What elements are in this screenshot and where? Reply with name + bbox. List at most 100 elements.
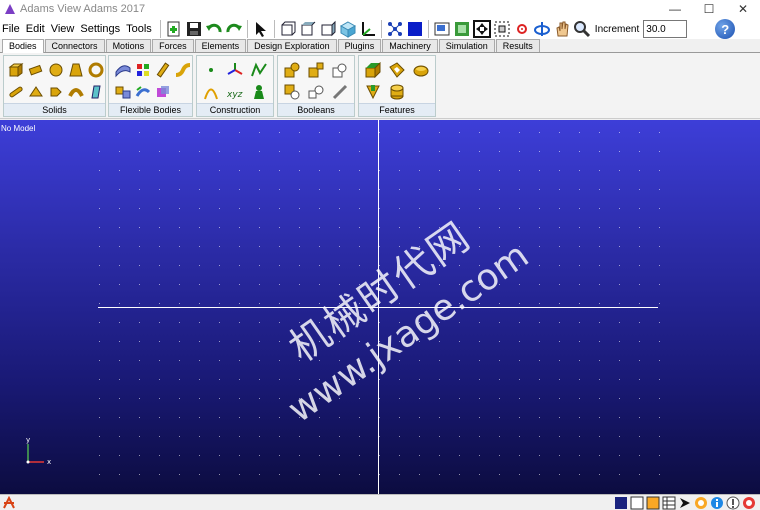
tab-forces[interactable]: Forces [152,39,194,52]
info-icon[interactable] [646,496,660,510]
grid-dot [499,322,500,323]
mass-icon[interactable] [251,84,267,100]
tab-simulation[interactable]: Simulation [438,39,495,52]
grid-dot [359,227,360,228]
maximize-button[interactable]: ☐ [692,0,726,18]
increment-input[interactable] [643,20,688,38]
torus-icon[interactable] [88,62,104,78]
minimize-button[interactable]: — [658,0,692,18]
axes-icon[interactable] [359,20,377,38]
layer-icon[interactable] [433,20,451,38]
view-side-icon[interactable] [319,20,337,38]
tab-machinery[interactable]: Machinery [382,39,438,52]
flex-body-icon[interactable] [115,62,131,78]
chamfer-icon[interactable] [365,62,381,78]
coordinate-xyz-icon[interactable]: xyz [227,84,243,100]
plane-icon[interactable] [88,84,104,100]
grid-dot [619,227,620,228]
grid-dot [459,208,460,209]
box-icon[interactable] [8,62,24,78]
undo-icon[interactable] [205,20,223,38]
marker-icon[interactable] [227,62,243,78]
flex-edit-icon[interactable] [155,84,171,100]
stop-icon[interactable] [742,496,756,510]
view-iso-icon[interactable] [339,20,357,38]
grid-dot [559,360,560,361]
tab-motions[interactable]: Motions [105,39,152,52]
chain-icon[interactable] [332,84,348,100]
flex-link-icon[interactable] [175,62,191,78]
fillet-icon[interactable] [413,62,429,78]
flex-beam-icon[interactable] [155,62,171,78]
pan-hand-icon[interactable] [553,20,571,38]
tab-design-exploration[interactable]: Design Exploration [247,39,337,52]
viewflex-icon[interactable] [135,62,151,78]
explode-icon[interactable] [386,20,404,38]
union-icon[interactable] [284,62,300,78]
menu-edit[interactable]: Edit [26,23,45,35]
tab-bodies[interactable]: Bodies [2,39,44,53]
selection-icon[interactable] [630,496,644,510]
save-icon[interactable] [185,20,203,38]
center-icon[interactable] [513,20,531,38]
hollow-icon[interactable] [389,62,405,78]
grid-dot [539,436,540,437]
cut-icon[interactable] [284,84,300,100]
hole-icon[interactable] [365,84,381,100]
render-mode-icon[interactable] [406,20,424,38]
view-top-icon[interactable] [299,20,317,38]
close-button[interactable]: ✕ [726,0,760,18]
tab-results[interactable]: Results [495,39,540,52]
menu-settings[interactable]: Settings [80,23,120,35]
fit-view-icon[interactable] [453,20,471,38]
increment-label: Increment [594,23,640,35]
arrow-icon[interactable] [678,496,692,510]
link-icon[interactable] [8,84,24,100]
zoom-icon[interactable] [573,20,591,38]
grid-dot [179,284,180,285]
zoom-fit-icon[interactable] [472,20,491,38]
point-icon[interactable] [203,62,219,78]
frustum-icon[interactable] [68,62,84,78]
cylinder-icon[interactable] [28,62,44,78]
interrupt-icon[interactable] [726,496,740,510]
grid-dot [319,303,320,304]
grid-dot [499,227,500,228]
sphere-icon[interactable] [48,62,64,78]
revolution-icon[interactable] [68,84,84,100]
menu-file[interactable]: File [2,23,20,35]
intersect-icon[interactable] [332,62,348,78]
polyline-icon[interactable] [251,62,267,78]
boss-icon[interactable] [389,84,405,100]
plate-icon[interactable] [28,84,44,100]
menu-view[interactable]: View [51,23,75,35]
model-viewport[interactable]: No Model y x 机械时代网 www.jxage.com [0,120,760,494]
status-info-icon[interactable] [710,496,724,510]
swap-flex-icon[interactable] [115,84,131,100]
zoom-box-icon[interactable] [493,20,511,38]
command-window-icon[interactable] [614,496,628,510]
grid-dot [139,322,140,323]
tab-connectors[interactable]: Connectors [44,39,105,52]
menu-tools[interactable]: Tools [126,23,152,35]
grid-dot [399,132,400,133]
new-model-icon[interactable] [165,20,183,38]
merge-icon[interactable] [308,62,324,78]
grid-dot [619,360,620,361]
grid-dot [499,189,500,190]
split-icon[interactable] [308,84,324,100]
rotate-icon[interactable] [533,20,551,38]
extrusion-icon[interactable] [48,84,64,100]
help-button[interactable]: ? [715,19,736,39]
redo-icon[interactable] [225,20,243,38]
discrete-flex-icon[interactable] [135,84,151,100]
view-front-icon[interactable] [279,20,297,38]
grid-dot [599,265,600,266]
arc-icon[interactable] [203,84,219,100]
adams-logo-icon[interactable] [2,495,16,510]
plugin-icon[interactable] [694,496,708,510]
tab-plugins[interactable]: Plugins [337,39,382,52]
table-icon[interactable] [662,496,676,510]
select-arrow-icon[interactable] [252,20,270,38]
tab-elements[interactable]: Elements [194,39,247,52]
